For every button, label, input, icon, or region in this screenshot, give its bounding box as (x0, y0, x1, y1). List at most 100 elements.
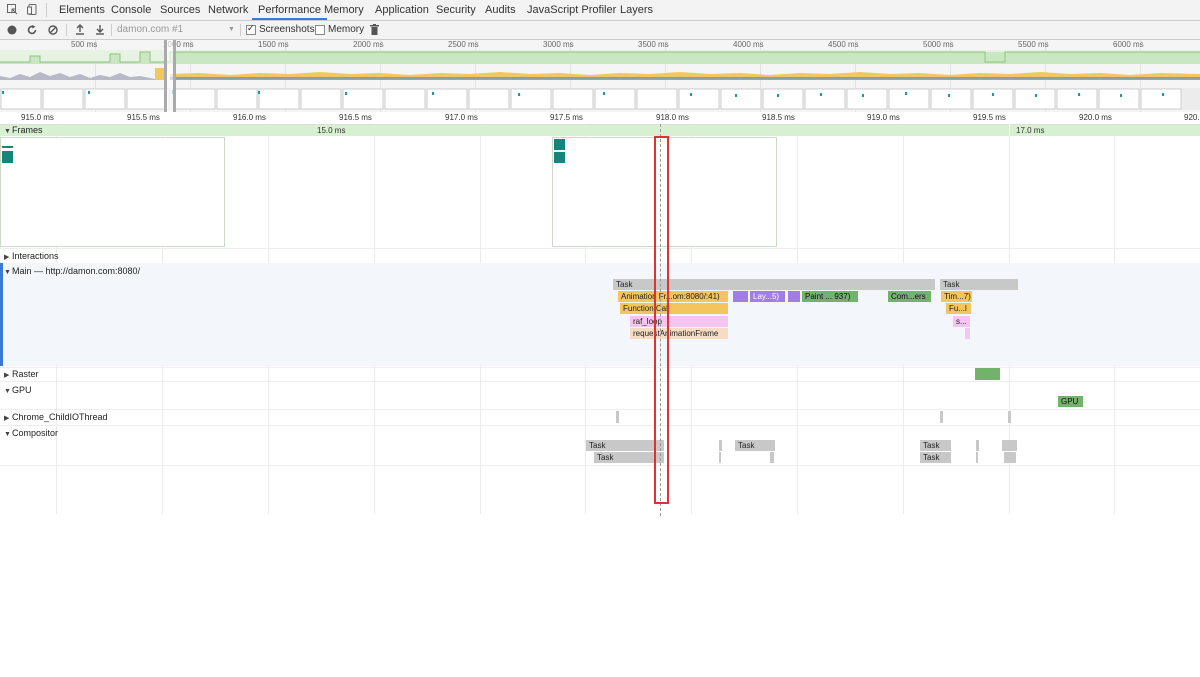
compositor-task-event[interactable]: Task (920, 452, 951, 463)
screenshot-content (554, 139, 565, 150)
profile-select[interactable]: damon.com #1 (117, 21, 183, 39)
triangle-right-icon: ▶ (4, 372, 10, 379)
frame-screenshot[interactable] (0, 137, 225, 247)
animation-frame-event[interactable]: Animation Fr...om:8080/:41) (618, 291, 728, 302)
frame-divider (1009, 125, 1010, 136)
screenshot-content (2, 151, 13, 163)
childio-track-header[interactable]: ▶ Chrome_ChildIOThread (4, 412, 108, 422)
paint-event[interactable]: Paint ... 937) (802, 291, 858, 302)
save-profile-icon[interactable] (95, 24, 105, 35)
layout-event[interactable]: Lay...5) (750, 291, 785, 302)
memory-checkbox[interactable] (315, 25, 325, 35)
tab-audits[interactable]: Audits (485, 0, 516, 20)
memory-label: Memory (328, 24, 365, 35)
composite-layers-event[interactable]: Com...ers (888, 291, 931, 302)
track-divider (0, 409, 1200, 410)
fps-chart (0, 50, 1200, 64)
tab-network[interactable]: Network (208, 0, 248, 20)
ruler-tick: 915.5 ms (127, 113, 160, 122)
compositor-track-header[interactable]: ▼Compositor (4, 428, 58, 438)
timer-event[interactable]: Tim...7) (941, 291, 972, 302)
gpu-track-header[interactable]: ▼GPU (4, 385, 32, 395)
io-task-event[interactable] (1008, 411, 1011, 423)
frame-duration: 15.0 ms (317, 126, 346, 135)
raf-loop-event[interactable]: raf_loop (630, 316, 728, 327)
gpu-label: GPU (12, 385, 32, 395)
screenshot-filmstrip (0, 88, 1200, 110)
ruler-tick: 919.0 ms (867, 113, 900, 122)
ruler-tick: 918.0 ms (656, 113, 689, 122)
compositor-task-event[interactable]: Task (920, 440, 951, 451)
chevron-down-icon[interactable]: ▼ (228, 21, 235, 39)
childio-label: Chrome_ChildIOThread (12, 412, 108, 422)
device-toolbar-icon[interactable] (27, 4, 38, 15)
screenshots-checkbox[interactable] (246, 23, 256, 35)
ruler-tick: 920. (1184, 113, 1200, 122)
frames-track[interactable]: ▼Frames 15.0 ms 17.0 ms (0, 125, 1200, 136)
triangle-down-icon: ▼ (4, 269, 11, 276)
clear-icon[interactable] (48, 25, 58, 35)
tab-console[interactable]: Console (111, 0, 151, 20)
overview-selection-window[interactable] (167, 40, 173, 112)
gpu-event[interactable]: GPU (1058, 396, 1083, 407)
performance-toolbar: damon.com #1 ▼ Screenshots Memory (0, 21, 1200, 40)
reload-record-icon[interactable] (27, 25, 37, 35)
tab-elements[interactable]: Elements (59, 0, 105, 20)
main-track-header[interactable]: ▼Main — http://damon.com:8080/ (4, 266, 140, 276)
io-task-event[interactable] (616, 411, 619, 423)
devtools-tab-bar: Elements Console Sources Network Perform… (0, 0, 1200, 21)
io-task-event[interactable] (940, 411, 943, 423)
track-divider (0, 381, 1200, 382)
compositor-task-event[interactable] (1004, 452, 1016, 463)
compositor-task-event[interactable] (719, 440, 722, 451)
tab-layers[interactable]: Layers (620, 0, 653, 20)
overview-tick: 3500 ms (638, 40, 669, 49)
overview-tick: 5500 ms (1018, 40, 1049, 49)
tab-application[interactable]: Application (375, 0, 429, 20)
inspect-element-icon[interactable] (7, 4, 18, 15)
recalc-style-event[interactable] (733, 291, 748, 302)
script-event[interactable] (965, 328, 970, 339)
overview-tick: 4000 ms (733, 40, 764, 49)
overview-tick: 2000 ms (353, 40, 384, 49)
main-track[interactable] (0, 263, 1200, 366)
tab-sources[interactable]: Sources (160, 0, 200, 20)
compositor-task-event[interactable]: Task (735, 440, 775, 451)
interactions-track-header[interactable]: ▶ Interactions (4, 251, 59, 261)
track-divider (0, 367, 1200, 368)
trash-icon[interactable] (370, 24, 379, 35)
compositor-task-event[interactable] (770, 452, 774, 463)
overview-selection-right-handle[interactable] (173, 40, 176, 112)
triangle-right-icon: ▶ (4, 254, 10, 261)
screenshot-content (554, 152, 565, 163)
compositor-task-event[interactable]: Task (586, 440, 664, 451)
triangle-down-icon: ▼ (4, 128, 11, 135)
record-icon[interactable] (7, 25, 17, 35)
tab-javascript-profiler[interactable]: JavaScript Profiler (527, 0, 616, 20)
screenshots-label: Screenshots (259, 24, 315, 35)
compositor-task-event[interactable] (976, 440, 979, 451)
raster-event[interactable] (975, 368, 1000, 380)
compositor-label: Compositor (12, 428, 59, 438)
screenshot-content (2, 146, 13, 148)
tab-memory[interactable]: Memory (324, 0, 364, 20)
function-call-event[interactable]: Fu...l (946, 303, 971, 314)
update-layer-tree-event[interactable] (788, 291, 800, 302)
compositor-task-event[interactable] (976, 452, 978, 463)
main-track-selected-indicator (0, 263, 3, 366)
compositor-task-event[interactable] (1002, 440, 1017, 451)
raster-track-header[interactable]: ▶ Raster (4, 369, 39, 379)
request-animation-frame-event[interactable]: requestAnimationFrame (630, 328, 728, 339)
frames-track-header[interactable]: ▼Frames (4, 125, 43, 135)
load-profile-icon[interactable] (75, 24, 85, 35)
compositor-task-event[interactable] (719, 452, 721, 463)
function-call-event[interactable]: Function Call (620, 303, 728, 314)
tab-security[interactable]: Security (436, 0, 476, 20)
script-event[interactable]: s... (953, 316, 970, 327)
task-event[interactable]: Task (940, 279, 1018, 290)
cpu-chart (0, 68, 1200, 80)
timeline-overview[interactable]: 500 ms 1000 ms 1500 ms 2000 ms 2500 ms 3… (0, 40, 1200, 113)
ruler-tick: 917.5 ms (550, 113, 583, 122)
overview-tick: 3000 ms (543, 40, 574, 49)
tab-performance[interactable]: Performance (252, 0, 327, 20)
